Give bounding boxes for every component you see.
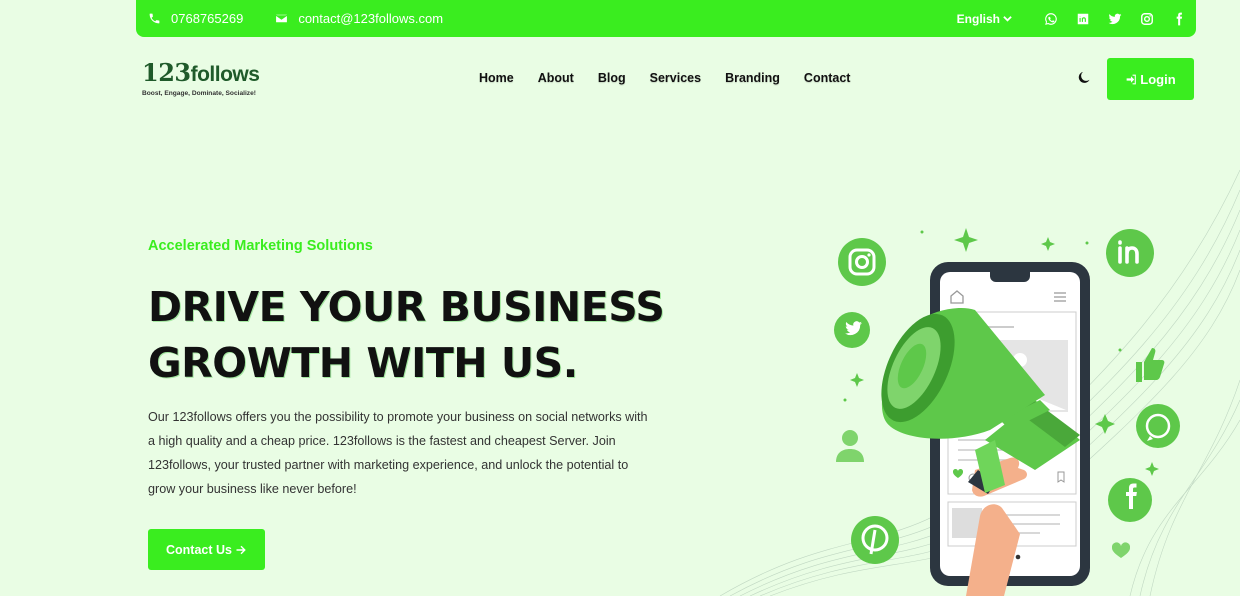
instagram-icon[interactable] — [1140, 12, 1154, 26]
nav-services[interactable]: Services — [650, 71, 701, 85]
linkedin-icon[interactable] — [1076, 12, 1090, 26]
instagram-bubble-icon — [838, 238, 886, 286]
headline-line-1: DRIVE YOUR BUSINESS — [148, 283, 665, 331]
moon-icon[interactable] — [1077, 70, 1092, 85]
chevron-down-icon — [1003, 16, 1012, 22]
logo-tagline: Boost, Engage, Dominate, Socialize! — [142, 90, 256, 97]
login-button[interactable]: Login — [1107, 58, 1194, 100]
twitter-bubble-icon — [834, 312, 870, 348]
contact-us-label: Contact Us — [166, 542, 232, 557]
nav-blog[interactable]: Blog — [598, 71, 626, 85]
top-bar: 0768765269 contact@123follows.com Englis… — [136, 0, 1196, 37]
whatsapp-icon[interactable] — [1044, 12, 1058, 26]
nav-about[interactable]: About — [538, 71, 574, 85]
arrow-right-icon — [236, 545, 246, 554]
logo-number: 123 — [142, 58, 191, 87]
heart-icon — [1111, 542, 1131, 558]
main-nav: Home About Blog Services Branding Contac… — [479, 71, 874, 85]
nav-branding[interactable]: Branding — [725, 71, 780, 85]
logo-text: 123follows — [142, 58, 260, 88]
hero-illustration — [719, 169, 1240, 596]
envelope-icon — [276, 14, 288, 23]
whatsapp-bubble-icon — [1136, 404, 1180, 448]
thumbs-up-icon — [1136, 348, 1165, 382]
nav-contact[interactable]: Contact — [804, 71, 851, 85]
phone-number: 0768765269 — [171, 11, 244, 26]
logo[interactable]: 123follows Boost, Engage, Dominate, Soci… — [142, 58, 260, 98]
sign-in-icon — [1126, 74, 1137, 84]
contact-us-button[interactable]: Contact Us — [148, 529, 265, 570]
linkedin-bubble-icon — [1106, 229, 1154, 277]
user-icon — [836, 430, 864, 462]
login-label: Login — [1140, 71, 1176, 87]
headline-line-2: GROWTH WITH US. — [148, 339, 578, 387]
nav-home[interactable]: Home — [479, 71, 514, 85]
language-label: English — [956, 11, 1000, 26]
email-address: contact@123follows.com — [298, 11, 444, 26]
twitter-icon[interactable] — [1108, 12, 1122, 26]
facebook-bubble-icon — [1108, 478, 1152, 522]
phone-contact[interactable]: 0768765269 — [148, 11, 243, 26]
facebook-icon[interactable] — [1172, 12, 1186, 26]
language-selector[interactable]: English — [957, 12, 1012, 26]
hero-eyebrow: Accelerated Marketing Solutions — [148, 238, 373, 254]
phone-icon — [149, 13, 160, 24]
hero-headline: DRIVE YOUR BUSINESS GROWTH WITH US. — [148, 279, 708, 391]
pinterest-bubble-icon — [851, 516, 899, 564]
email-contact[interactable]: contact@123follows.com — [275, 11, 443, 26]
hero-description: Our 123follows offers you the possibilit… — [148, 410, 648, 496]
logo-word: follows — [190, 63, 260, 86]
